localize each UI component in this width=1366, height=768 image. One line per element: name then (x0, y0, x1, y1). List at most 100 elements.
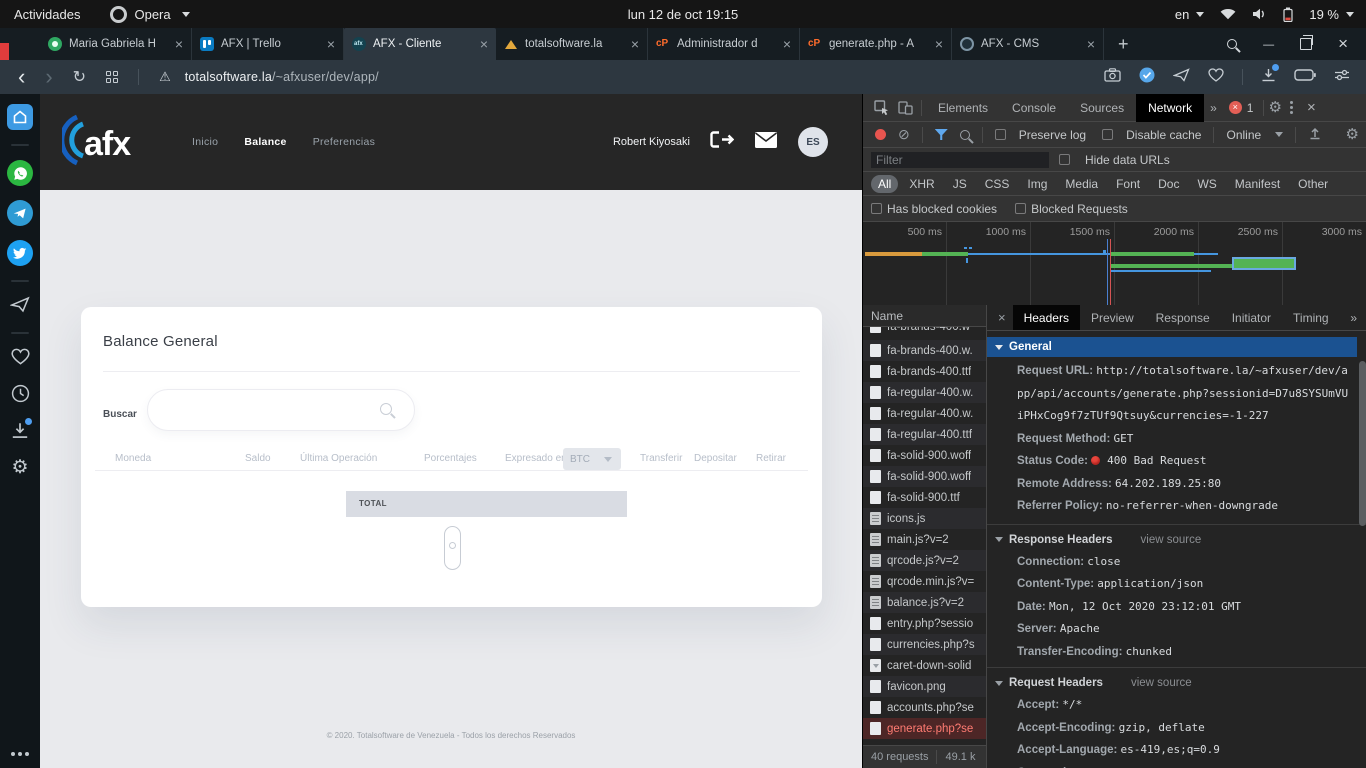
type-filter-pill[interactable]: CSS (978, 175, 1017, 193)
type-filter-pill[interactable]: Other (1291, 175, 1335, 193)
type-filter-pill[interactable]: XHR (902, 175, 941, 193)
request-row[interactable]: favicon.png (863, 676, 986, 697)
throttling-select[interactable]: Online (1226, 128, 1284, 142)
speed-dial-button[interactable] (7, 104, 33, 130)
request-row[interactable]: icons.js (863, 508, 986, 529)
inspect-element-icon[interactable] (869, 96, 893, 120)
browser-tab[interactable]: generate.php - A (800, 28, 952, 60)
browser-tab[interactable]: AFX - CMS (952, 28, 1104, 60)
request-row[interactable]: fa-solid-900.ttf (863, 487, 986, 508)
details-tab[interactable]: Initiator (1221, 305, 1282, 330)
devtools-menu-icon[interactable] (1289, 106, 1293, 109)
browser-tab[interactable]: Administrador d (648, 28, 800, 60)
search-input[interactable] (147, 389, 415, 431)
my-flow-icon[interactable] (1172, 67, 1190, 87)
history-clock-icon[interactable] (11, 384, 30, 408)
window-restore-button[interactable] (1300, 35, 1314, 50)
snapshot-camera-icon[interactable] (1104, 67, 1121, 87)
hide-data-urls-checkbox[interactable] (1059, 154, 1070, 165)
type-filter-pill[interactable]: WS (1190, 175, 1223, 193)
bookmarks-heart-icon[interactable] (10, 348, 30, 370)
avatar[interactable]: ES (798, 127, 828, 157)
clock[interactable]: lun 12 de oct 19:15 (0, 7, 1366, 22)
scrollbar-thumb[interactable] (1359, 361, 1366, 526)
disable-cache-checkbox[interactable] (1102, 129, 1114, 140)
browser-tab[interactable]: AFX | Trello (192, 28, 344, 60)
request-row[interactable]: fa-brands-400.w (863, 327, 986, 340)
details-more-tabs-icon[interactable]: » (1350, 311, 1366, 325)
general-section-header[interactable]: General (987, 337, 1357, 357)
forward-button[interactable] (45, 64, 52, 90)
nav-item[interactable]: Inicio (192, 136, 218, 148)
request-row[interactable]: fa-regular-400.w. (863, 403, 986, 424)
settings-gear-icon[interactable]: ⚙ (11, 458, 28, 477)
record-button[interactable] (875, 129, 886, 140)
reload-button[interactable] (73, 67, 86, 87)
request-row[interactable]: fa-regular-400.ttf (863, 424, 986, 445)
view-source-link[interactable]: view source (1131, 677, 1192, 689)
adblock-shield-icon[interactable] (1139, 67, 1155, 88)
devtools-tab[interactable]: Network (1136, 93, 1205, 122)
type-filter-pill[interactable]: Img (1020, 175, 1054, 193)
request-headers-header[interactable]: Request Headers view source (987, 672, 1366, 694)
downloads-sidebar-icon[interactable] (11, 418, 32, 444)
request-row[interactable]: fa-brands-400.w. (863, 340, 986, 361)
browser-tab[interactable]: Maria Gabriela H (40, 28, 192, 60)
devtools-close-icon[interactable] (1307, 99, 1316, 116)
request-row[interactable]: generate.php?se (863, 718, 986, 739)
devtools-tab[interactable]: Elements (926, 94, 1000, 122)
bookmark-heart-icon[interactable] (1208, 67, 1224, 87)
preserve-log-checkbox[interactable] (994, 129, 1006, 140)
type-filter-pill[interactable]: Media (1058, 175, 1105, 193)
mail-icon[interactable] (754, 131, 778, 154)
downloads-icon[interactable] (1261, 63, 1279, 87)
language-indicator[interactable]: en (1175, 7, 1205, 22)
request-row[interactable]: balance.js?v=2 (863, 592, 986, 613)
url-field[interactable]: totalsoftware.la/~afxuser/dev/app/ (185, 70, 379, 84)
afx-logo[interactable]: afx (59, 111, 148, 174)
telegram-icon[interactable] (7, 200, 33, 226)
activities-button[interactable]: Actividades (14, 7, 80, 22)
my-flow-sidebar-icon[interactable] (9, 296, 30, 318)
browser-tab[interactable]: totalsoftware.la (496, 28, 648, 60)
details-tab[interactable]: Timing (1282, 305, 1340, 330)
sidebar-more-icon[interactable] (11, 752, 29, 756)
window-close-button[interactable] (1338, 34, 1348, 54)
request-row[interactable]: qrcode.js?v=2 (863, 550, 986, 571)
tab-close-icon[interactable] (783, 37, 791, 51)
view-source-link[interactable]: view source (1141, 534, 1202, 546)
window-minimize-button[interactable] (1263, 35, 1274, 53)
wifi-icon[interactable] (1220, 8, 1236, 20)
tab-search-icon[interactable] (1227, 39, 1238, 49)
details-tab[interactable]: Response (1145, 305, 1221, 330)
filter-funnel-icon[interactable] (934, 129, 948, 140)
nav-item[interactable]: Balance (244, 136, 286, 148)
filter-input[interactable] (871, 151, 1049, 168)
error-badge[interactable]: 1 (1228, 101, 1253, 115)
clear-icon[interactable]: ⊘ (898, 126, 910, 143)
network-settings-icon[interactable]: ⚙ (1346, 127, 1359, 142)
request-row[interactable]: qrcode.min.js?v= (863, 571, 986, 592)
browser-tab[interactable]: AFX - Cliente (344, 28, 496, 60)
battery-saver-icon[interactable] (1294, 68, 1316, 86)
has-blocked-cookies-checkbox[interactable] (871, 203, 882, 214)
network-search-icon[interactable] (959, 129, 970, 140)
request-row[interactable]: fa-solid-900.woff (863, 445, 986, 466)
tab-close-icon[interactable] (631, 37, 639, 51)
request-row[interactable]: accounts.php?se (863, 697, 986, 718)
tab-close-icon[interactable] (327, 37, 335, 51)
request-row[interactable]: fa-regular-400.w. (863, 382, 986, 403)
currency-select[interactable]: BTC (563, 448, 621, 470)
details-close-icon[interactable] (991, 310, 1013, 325)
devtools-tab[interactable]: Console (1000, 94, 1068, 122)
easy-setup-sliders-icon[interactable] (1334, 68, 1350, 87)
type-filter-pill[interactable]: Font (1109, 175, 1147, 193)
app-menu-button[interactable]: Opera (110, 5, 190, 23)
logout-icon[interactable] (710, 130, 735, 154)
more-tabs-icon[interactable]: » (1204, 101, 1223, 115)
type-filter-pill[interactable]: JS (946, 175, 974, 193)
whatsapp-icon[interactable] (7, 160, 33, 186)
volume-icon[interactable] (1252, 8, 1267, 20)
type-filter-pill[interactable]: Manifest (1228, 175, 1287, 193)
type-filter-pill[interactable]: Doc (1151, 175, 1186, 193)
